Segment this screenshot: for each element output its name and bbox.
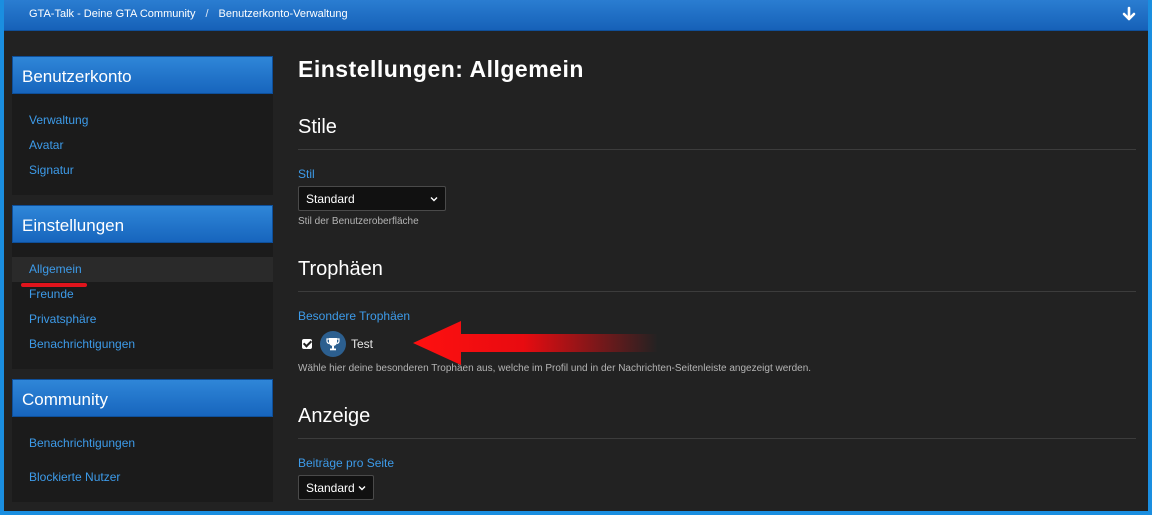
sidebar-item-signatur[interactable]: Signatur: [12, 158, 273, 183]
style-help-text: Stil der Benutzeroberfläche: [298, 216, 419, 227]
sidebar-gap: [12, 195, 273, 205]
sidebar-list: Verwaltung Avatar Signatur: [12, 94, 273, 195]
breadcrumb-separator: /: [205, 8, 209, 20]
top-bar: GTA-Talk - Deine GTA Community / Benutze…: [4, 0, 1148, 31]
sidebar-section-title: Einstellungen: [12, 205, 273, 243]
red-underline-annotation: [21, 283, 87, 287]
sidebar-section-community: Community Benachrichtigungen Blockierte …: [12, 379, 273, 502]
posts-per-page-value: Standard: [306, 480, 355, 495]
trophy-name: Test: [351, 337, 374, 351]
breadcrumb-home-link[interactable]: GTA-Talk - Deine GTA Community: [29, 8, 195, 20]
sidebar-item-avatar[interactable]: Avatar: [12, 133, 273, 158]
chevron-down-icon: [358, 485, 366, 490]
sidebar-item-allgemein[interactable]: Allgemein: [12, 257, 273, 287]
trophy-checkbox[interactable]: [302, 339, 312, 349]
sidebar-item-privatsphaere[interactable]: Privatsphäre: [12, 307, 273, 332]
section-title-stile: Stile: [298, 114, 1136, 150]
style-select-value: Standard: [306, 191, 355, 206]
sidebar-item-benachrichtigungen[interactable]: Benachrichtigungen: [12, 332, 273, 357]
breadcrumb: GTA-Talk - Deine GTA Community / Benutze…: [29, 8, 348, 20]
section-title-anzeige: Anzeige: [298, 403, 1136, 439]
sidebar-item-blockierte-nutzer[interactable]: Blockierte Nutzer: [12, 465, 273, 490]
posts-per-page-select[interactable]: Standard: [298, 475, 374, 500]
breadcrumb-account-link[interactable]: Benutzerkonto-Verwaltung: [219, 8, 348, 20]
posts-per-page-label: Beiträge pro Seite: [298, 456, 395, 470]
trophy-icon: [326, 338, 340, 351]
sidebar-section-title: Community: [12, 379, 273, 417]
chevron-down-icon: [430, 196, 438, 201]
sidebar-gap: [12, 369, 273, 379]
sidebar-item-label: Allgemein: [29, 262, 82, 276]
sidebar-item-verwaltung[interactable]: Verwaltung: [12, 108, 273, 133]
trophy-badge: [320, 331, 346, 357]
arrow-down-icon[interactable]: [1120, 6, 1138, 24]
sidebar-section-title: Benutzerkonto: [12, 56, 273, 94]
page-title: Einstellungen: Allgemein: [298, 56, 584, 82]
sidebar-list: Benachrichtigungen Blockierte Nutzer: [12, 417, 273, 502]
red-arrow-annotation: [413, 321, 658, 365]
style-select[interactable]: Standard: [298, 186, 446, 211]
sidebar-item-community-benachrichtigungen[interactable]: Benachrichtigungen: [12, 431, 273, 456]
sidebar-section-einstellungen: Einstellungen Allgemein Freunde Privatsp…: [12, 205, 273, 369]
app-frame: GTA-Talk - Deine GTA Community / Benutze…: [4, 0, 1148, 511]
section-title-trophaeen: Trophäen: [298, 256, 1136, 292]
sidebar-list: Allgemein Freunde Privatsphäre Benachric…: [12, 243, 273, 369]
style-label: Stil: [298, 167, 315, 181]
main-content: Einstellungen: Allgemein Stile Stil Stan…: [298, 56, 1136, 500]
sidebar: Benutzerkonto Verwaltung Avatar Signatur…: [12, 56, 273, 511]
sidebar-section-benutzerkonto: Benutzerkonto Verwaltung Avatar Signatur: [12, 56, 273, 195]
